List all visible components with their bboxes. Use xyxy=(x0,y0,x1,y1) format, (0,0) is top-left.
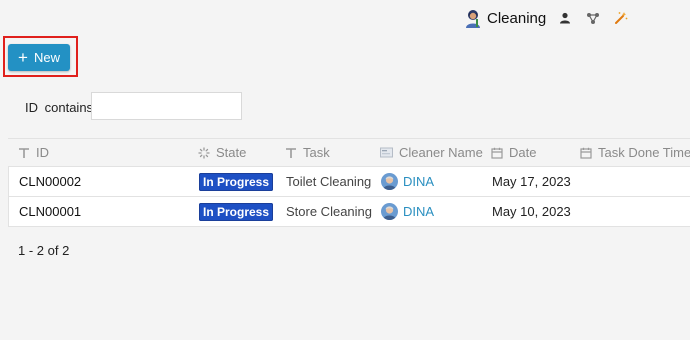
calendar-icon xyxy=(491,147,503,159)
filter-input[interactable] xyxy=(91,92,242,120)
row-date: May 17, 2023 xyxy=(492,174,571,189)
cleaner-avatar xyxy=(381,203,398,220)
filter-field: ID xyxy=(25,100,38,115)
text-icon xyxy=(285,147,297,159)
spinner-icon xyxy=(198,146,210,159)
column-label: Date xyxy=(509,145,537,160)
column-label: Task xyxy=(303,145,330,160)
row-id: CLN00001 xyxy=(19,204,82,219)
column-label: Task Done Time xyxy=(598,145,690,160)
cleaner-link[interactable]: DINA xyxy=(403,174,434,189)
column-label: State xyxy=(216,145,247,160)
table-row[interactable]: CLN00001 In Progress Store Cleaning DINA… xyxy=(8,197,690,227)
share-icon[interactable] xyxy=(586,11,600,25)
pagination-summary: 1 - 2 of 2 xyxy=(18,243,70,258)
column-header-id[interactable]: ID xyxy=(18,139,49,166)
calendar-icon xyxy=(580,147,592,159)
app-avatar-icon xyxy=(462,7,484,29)
new-button[interactable]: + New xyxy=(8,44,70,71)
plus-icon: + xyxy=(18,48,28,67)
cleaner-link[interactable]: DINA xyxy=(403,204,434,219)
state-badge: In Progress xyxy=(199,172,274,191)
column-header-cleaner-name[interactable]: Cleaner Name xyxy=(380,139,483,166)
column-header-task[interactable]: Task xyxy=(285,139,330,166)
card-icon xyxy=(380,147,393,158)
row-task: Toilet Cleaning xyxy=(286,174,372,189)
app-title: Cleaning xyxy=(487,9,547,27)
column-label: ID xyxy=(36,145,49,160)
cleaner-avatar xyxy=(381,173,398,190)
page: Cleaning + New ID contains ID State Task… xyxy=(0,0,690,340)
table-row[interactable]: CLN00002 In Progress Toilet Cleaning DIN… xyxy=(8,167,690,197)
row-date: May 10, 2023 xyxy=(492,204,571,219)
text-icon xyxy=(18,147,30,159)
user-icon[interactable] xyxy=(558,11,572,25)
magic-wand-icon[interactable] xyxy=(614,11,628,25)
column-header-date[interactable]: Date xyxy=(491,139,536,166)
column-header-task-done-time[interactable]: Task Done Time xyxy=(580,139,690,166)
app-header: Cleaning xyxy=(462,6,628,30)
filter-label: ID contains xyxy=(25,100,93,115)
state-badge: In Progress xyxy=(199,202,274,221)
row-task: Store Cleaning xyxy=(286,204,372,219)
data-table: ID State Task Cleaner Name Date Task Don… xyxy=(8,138,690,227)
column-label: Cleaner Name xyxy=(399,145,483,160)
column-header-state[interactable]: State xyxy=(198,139,246,166)
table-header-row: ID State Task Cleaner Name Date Task Don… xyxy=(8,139,690,167)
new-button-label: New xyxy=(33,50,60,65)
row-id: CLN00002 xyxy=(19,174,82,189)
filter-operator: contains xyxy=(44,100,94,115)
